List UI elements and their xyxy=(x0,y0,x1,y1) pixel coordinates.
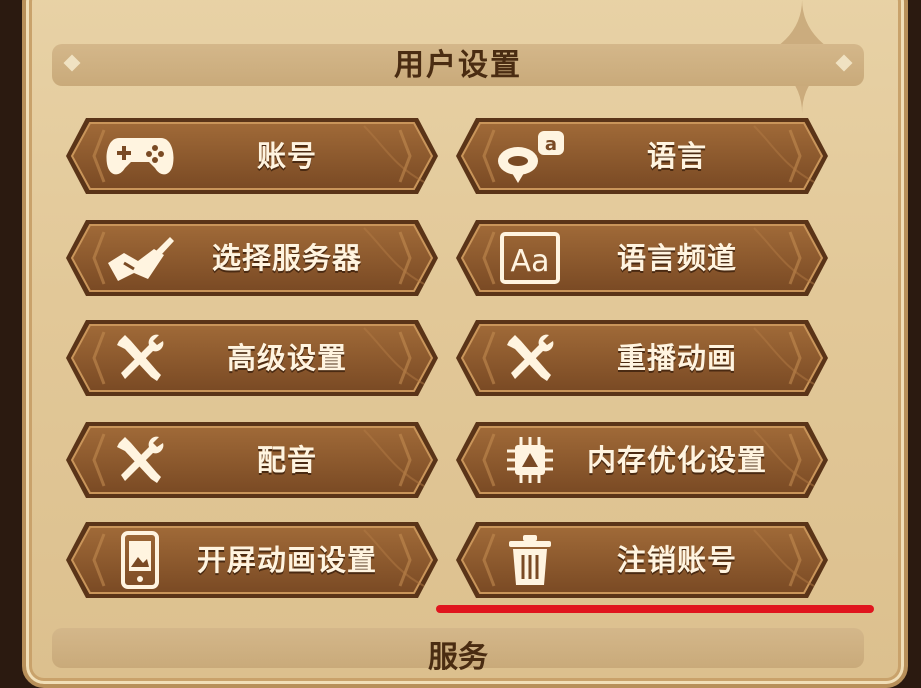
delete-account-button[interactable]: 注销账号 xyxy=(454,520,830,600)
memory-optimization-label: 内存优化设置 xyxy=(586,443,767,477)
voice-label: 配音 xyxy=(256,443,317,477)
splash-animation-label: 开屏动画设置 xyxy=(196,543,377,577)
language-button[interactable]: a 语言 xyxy=(454,116,830,196)
next-section-header: 服务 xyxy=(52,628,864,675)
highlight-underline xyxy=(436,605,874,613)
advanced-settings-label: 高级设置 xyxy=(226,341,347,375)
account-label: 账号 xyxy=(256,139,317,173)
next-section-title: 服务 xyxy=(428,640,488,675)
splash-animation-button[interactable]: 开屏动画设置 xyxy=(64,520,440,600)
section-header: 用户设置 xyxy=(52,44,864,86)
select-server-label: 选择服务器 xyxy=(211,241,362,275)
section-title: 用户设置 xyxy=(394,48,522,83)
memory-optimization-button[interactable]: 内存优化设置 xyxy=(454,420,830,500)
language-channel-label: 语言频道 xyxy=(616,241,737,275)
advanced-settings-button[interactable]: 高级设置 xyxy=(64,318,440,398)
language-channel-button[interactable]: Aa 语言频道 xyxy=(454,218,830,298)
voice-button[interactable]: 配音 xyxy=(64,420,440,500)
select-server-button[interactable]: 选择服务器 xyxy=(64,218,440,298)
svg-text:Aa: Aa xyxy=(511,244,550,279)
replay-animation-button[interactable]: 重播动画 xyxy=(454,318,830,398)
account-button[interactable]: 账号 xyxy=(64,116,440,196)
language-label: 语言 xyxy=(646,139,707,173)
delete-account-label: 注销账号 xyxy=(616,543,737,577)
replay-animation-label: 重播动画 xyxy=(616,341,737,375)
